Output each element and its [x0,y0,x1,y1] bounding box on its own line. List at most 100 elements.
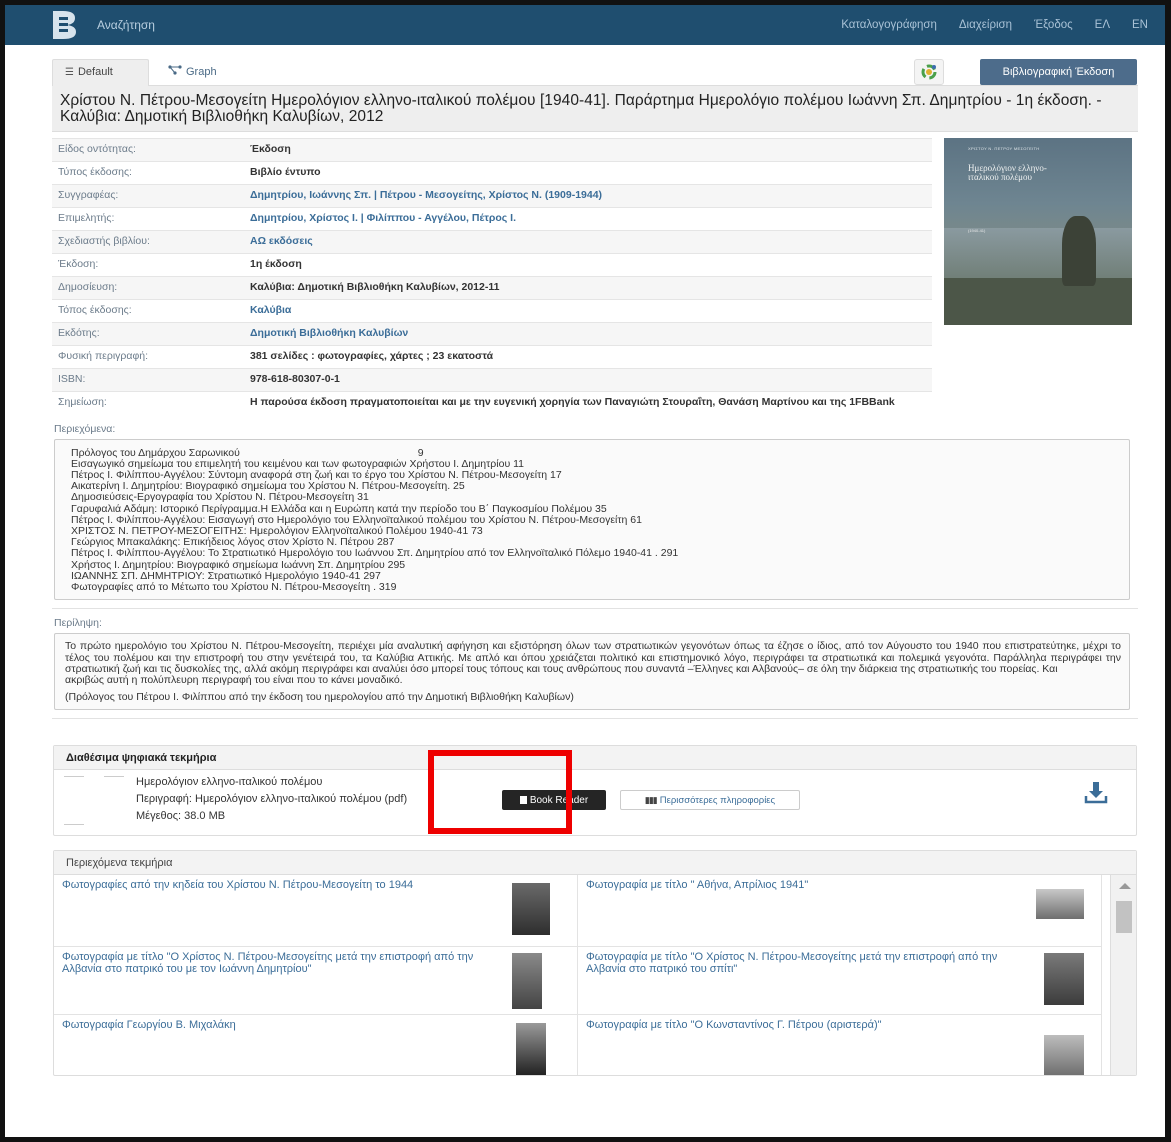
nav-administration[interactable]: Διαχείριση [948,19,1023,31]
publisher-link[interactable]: Δημοτική Βιβλιοθήκη Καλυβίων [244,322,932,346]
highlight-annotation-box [428,750,572,834]
grid-icon: ▮▮▮ [644,794,658,805]
list-item[interactable]: Φωτογραφία με τίτλο "Ο Κωνσταντίνος Γ. Π… [578,1015,1102,1076]
field-value: Η παρούσα έκδοση πραγματοποιείται και με… [244,391,932,415]
digital-item-title: Ημερολόγιον ελληνο-ιταλικού πολέμου [136,776,323,789]
more-info-button[interactable]: ▮▮▮ Περισσότερες πληροφορίες [620,790,800,811]
field-value: 381 σελίδες : φωτογραφίες, χάρτες ; 23 ε… [244,345,932,369]
bibliographic-edition-button[interactable]: Βιβλιογραφική Έκδοση [980,59,1137,85]
field-label: Τύπος έκδοσης: [52,161,244,185]
loading-spinner-icon[interactable] [914,59,944,85]
field-value: Καλύβια: Δημοτική Βιβλιοθήκη Καλυβίων, 2… [244,276,932,300]
list-item-title: Φωτογραφία με τίτλο "Ο Χρίστος Ν. Πέτρου… [62,951,474,975]
cover-ground [944,278,1132,325]
field-label: ISBN: [52,368,244,392]
tab-graph[interactable]: Graph [156,59,246,86]
window-frame-bottom [0,1137,1171,1142]
contents-line: Φωτογραφίες από το Μέτωπο του Χρίστου Ν.… [71,580,397,593]
list-icon: ☰ [65,67,74,78]
record-info: Είδος οντότητας: Έκδοση Τύπος έκδοσης: Βιβ… [52,138,1138,415]
list-item[interactable]: Φωτογραφίες από την κηδεία του Χρίστου Ν… [54,875,578,948]
scrollbar[interactable] [1110,875,1136,1076]
nav-logout[interactable]: Έξοδος [1023,19,1084,31]
summary-text-2: ακριβώς αυτή η πολύπλευρη περιγραφή του … [65,674,403,687]
field-label: Έκδοση: [52,253,244,277]
cover-title: Ημερολόγιον ελληνο-ιταλικού πολέμου [968,163,1047,182]
main-content: ☰ Default Graph Βιβλιογραφική Έκδοση Χρίσ… [52,56,1138,1077]
thumbnail-line [64,776,84,778]
photo-thumbnail[interactable] [1044,953,1084,1006]
field-label: Συγγραφέας: [52,184,244,208]
field-value: 978-618-80307-0-1 [244,368,932,392]
field-label: Φυσική περιγραφή: [52,345,244,369]
field-label: Εκδότης: [52,322,244,346]
book-cover-image[interactable]: ΧΡΙΣΤΟΥ Ν. ΠΕΤΡΟΥ ΜΕΣΟΓΕΙΤΗ Ημερολόγιον … [944,138,1132,325]
nav-search-link[interactable]: Αναζήτηση [97,18,155,32]
contents-line: Δημοσιεύσεις-Εργογραφία του Χρίστου Ν. Π… [71,491,369,504]
metadata-table: Είδος οντότητας: Έκδοση Τύπος έκδοσης: Βιβ… [52,138,932,415]
list-item[interactable]: Φωτογραφία με τίτλο "Ο Χρίστος Ν. Πέτρου… [578,947,1102,1016]
cover-author: ΧΡΙΣΤΟΥ Ν. ΠΕΤΡΟΥ ΜΕΣΟΓΕΙΤΗ [968,146,1040,151]
field-label: Επιμελητής: [52,207,244,231]
contents-line: Πέτρος Ι. Φιλίππου-Αγγέλου: Το Στρατιωτι… [71,547,679,560]
contained-items-heading: Περιεχόμενα τεκμήρια [54,851,1136,876]
field-label: Δημοσίευση: [52,276,244,300]
list-item-title: Φωτογραφίες από την κηδεία του Χρίστου Ν… [62,879,414,892]
summary-label: Περίληψη: [54,617,102,630]
top-navbar: Αναζήτηση Καταλογογράφηση Διαχείριση Έξο… [5,5,1165,45]
scroll-up-arrow-icon[interactable] [1119,883,1131,890]
site-logo[interactable] [51,10,77,40]
field-value: Βιβλίο έντυπο [244,161,932,185]
photo-thumbnail[interactable] [1036,889,1084,920]
photo-thumbnail[interactable] [516,1023,546,1076]
lang-el[interactable]: ΕΛ [1084,19,1121,31]
table-row: Σχεδιαστής βιβλίου: ΑΩ εκδόσεις [52,230,932,254]
list-item[interactable]: Φωτογραφία με τίτλο " Αθήνα, Απρίλιος 19… [578,875,1102,948]
designer-link[interactable]: ΑΩ εκδόσεις [244,230,932,254]
field-value: 1η έκδοση [244,253,932,277]
photo-thumbnail[interactable] [512,883,550,936]
contained-items-grid: Φωτογραφίες από την κηδεία του Χρίστου Ν… [54,875,1136,1076]
photo-thumbnail[interactable] [1044,1035,1084,1076]
contained-items-panel: Περιεχόμενα τεκμήρια Φωτογραφίες από την… [53,850,1137,1077]
digital-item-size: Μέγεθος: 38.0 MB [136,810,226,823]
scroll-thumb[interactable] [1116,901,1132,934]
list-item-title: Φωτογραφία με τίτλο " Αθήνα, Απρίλιος 19… [586,879,809,892]
divider [52,718,1138,720]
photo-thumbnail[interactable] [512,953,542,1010]
tab-default[interactable]: ☰ Default [52,59,149,86]
field-label: Σημείωση: [52,391,244,415]
download-icon[interactable] [1084,780,1108,804]
author-link[interactable]: Δημητρίου, Ιωάννης Σπ. | Πέτρου - Μεσογε… [244,184,932,208]
lang-en[interactable]: EN [1121,19,1159,31]
table-row: Σημείωση: Η παρούσα έκδοση πραγματοποιείτ… [52,391,932,415]
digital-item: Ημερολόγιον ελληνο-ιταλικού πολέμου Περι… [54,770,1136,835]
table-row: Δημοσίευση: Καλύβια: Δημοτική Βιβλιοθήκη … [52,276,932,300]
nav-cataloguing[interactable]: Καταλογογράφηση [830,19,948,31]
table-row: ISBN: 978-618-80307-0-1 [52,368,932,392]
list-item[interactable]: Φωτογραφία Γεωργίου Β. Μιχαλάκη [54,1015,578,1076]
table-row: Συγγραφέας: Δημητρίου, Ιωάννης Σπ. | Πέτρ… [52,184,932,208]
window-frame-left [0,0,5,1142]
more-info-label: Περισσότερες πληροφορίες [659,794,776,806]
thumbnail-line [64,824,84,826]
contents-box: Πρόλογος του Δημάρχου Σαρωνικού 9 Εισαγω… [54,438,1130,601]
place-link[interactable]: Καλύβια [244,299,932,323]
cover-rider [1062,216,1096,286]
list-item[interactable]: Φωτογραφία με τίτλο "Ο Χρίστος Ν. Πέτρου… [54,947,578,1016]
table-row: Φυσική περιγραφή: 381 σελίδες : φωτογραφί… [52,345,932,369]
digital-items-heading: Διαθέσιμα ψηφιακά τεκμήρια [54,746,1136,771]
editor-link[interactable]: Δημητρίου, Χρίστος Ι. | Φιλίππου - Αγγέλ… [244,207,932,231]
thumbnail-line [104,776,124,778]
summary-text: Το πρώτο ημερολόγιο του Χρίστου Ν. Πέτρο… [65,640,1121,675]
field-label: Σχεδιαστής βιβλίου: [52,230,244,254]
table-row: Τύπος έκδοσης: Βιβλίο έντυπο [52,161,932,185]
tab-graph-label: Graph [186,66,217,78]
table-row: Τόπος έκδοσης: Καλύβια [52,299,932,323]
list-item-title: Φωτογραφία με τίτλο "Ο Χρίστος Ν. Πέτρου… [586,951,998,975]
summary-note: (Πρόλογος του Πέτρου Ι. Φιλίππου από την… [65,690,574,703]
summary-box: Το πρώτο ημερολόγιο του Χρίστου Ν. Πέτρο… [54,633,1130,711]
graph-icon [168,65,182,78]
field-label: Είδος οντότητας: [52,138,244,162]
field-label: Τόπος έκδοσης: [52,299,244,323]
